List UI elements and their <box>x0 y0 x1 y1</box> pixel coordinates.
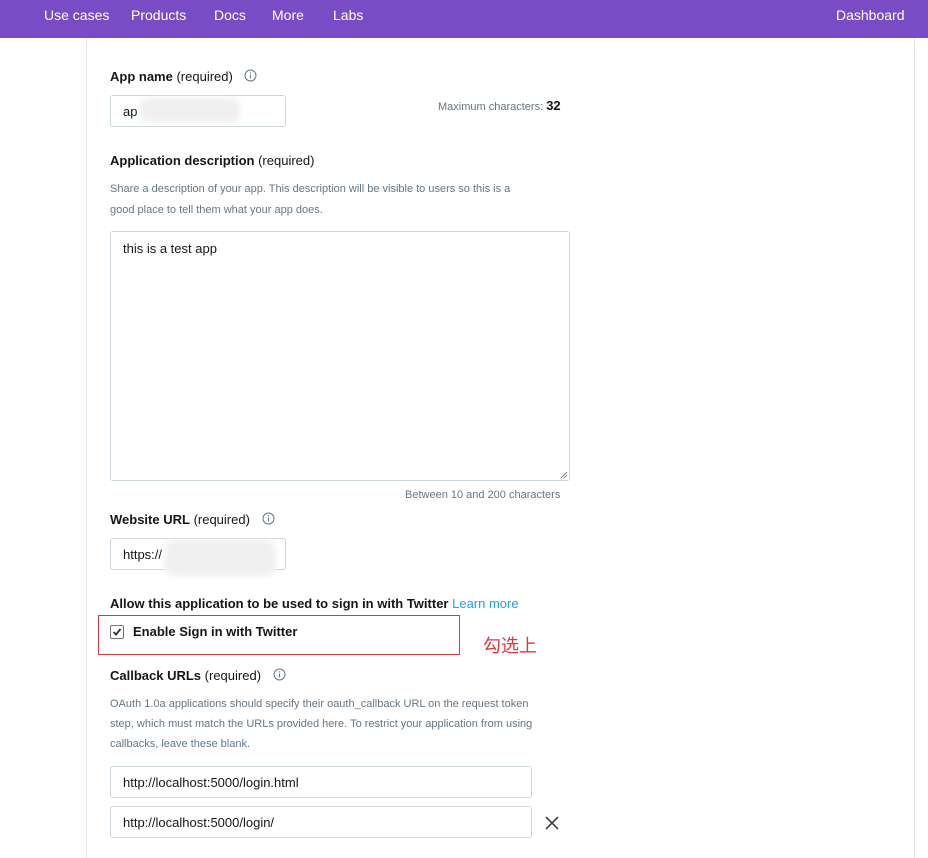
description-length-hint: Between 10 and 200 characters <box>405 489 561 501</box>
app-name-value: ap <box>123 103 138 119</box>
callback-url-value: http://localhost:5000/login.html <box>123 774 299 790</box>
description-value: this is a test app <box>123 241 217 256</box>
learn-more-link[interactable]: Learn more <box>452 596 518 611</box>
annotation-text: 勾选上 <box>483 636 537 657</box>
description-help-line2: good place to tell them what your app do… <box>110 204 323 216</box>
description-help-line1: Share a description of your app. This de… <box>110 183 511 195</box>
nav-dashboard[interactable]: Dashboard <box>836 7 905 23</box>
info-icon[interactable] <box>273 668 286 684</box>
website-label: Website URL (required) <box>110 512 275 528</box>
signin-section-title: Allow this application to be used to sig… <box>110 596 519 611</box>
callback-help-line2: step, which must match the URLs provided… <box>110 718 533 730</box>
website-label-text: Website URL <box>110 512 190 527</box>
callback-help-line1: OAuth 1.0a applications should specify t… <box>110 698 529 710</box>
max-characters-text: Maximum characters: <box>438 101 544 113</box>
redaction-blur <box>140 98 240 122</box>
max-characters-hint: Maximum characters: 32 <box>438 98 561 113</box>
callback-label: Callback URLs (required) <box>110 668 286 684</box>
app-name-required: (required) <box>176 69 233 84</box>
close-icon[interactable] <box>544 815 560 831</box>
website-required: (required) <box>193 512 250 527</box>
max-characters-value: 32 <box>546 98 561 113</box>
callback-required: (required) <box>204 668 262 683</box>
description-textarea[interactable]: this is a test app <box>110 231 570 481</box>
nav-more[interactable]: More <box>272 7 304 23</box>
callback-url-value: http://localhost:5000/login/ <box>123 814 275 830</box>
callback-url-input[interactable]: http://localhost:5000/login/ <box>110 806 532 838</box>
enable-signin-checkbox[interactable] <box>110 625 124 639</box>
app-name-label: App name (required) <box>110 69 257 85</box>
redaction-blur <box>165 540 275 576</box>
nav-docs[interactable]: Docs <box>214 7 246 23</box>
top-navigation-bar: Use cases Products Docs More Labs Dashbo… <box>0 0 928 38</box>
app-name-label-text: App name <box>110 69 173 84</box>
description-required: (required) <box>258 153 315 168</box>
enable-signin-label[interactable]: Enable Sign in with Twitter <box>133 624 297 639</box>
callback-label-text: Callback URLs <box>110 668 202 683</box>
callback-url-input[interactable]: http://localhost:5000/login.html <box>110 766 532 798</box>
info-icon[interactable] <box>244 69 257 85</box>
nav-use-cases[interactable]: Use cases <box>44 7 109 23</box>
resize-handle-icon[interactable] <box>560 471 568 479</box>
info-icon[interactable] <box>262 512 275 528</box>
description-label-text: Application description <box>110 153 255 168</box>
nav-labs[interactable]: Labs <box>333 7 363 23</box>
description-label: Application description (required) <box>110 153 314 168</box>
website-value: https:// <box>123 546 163 562</box>
signin-title-text: Allow this application to be used to sig… <box>110 596 449 611</box>
callback-help-line3: callbacks, leave these blank. <box>110 738 251 750</box>
checkmark-icon <box>112 628 122 636</box>
nav-products[interactable]: Products <box>131 7 186 23</box>
